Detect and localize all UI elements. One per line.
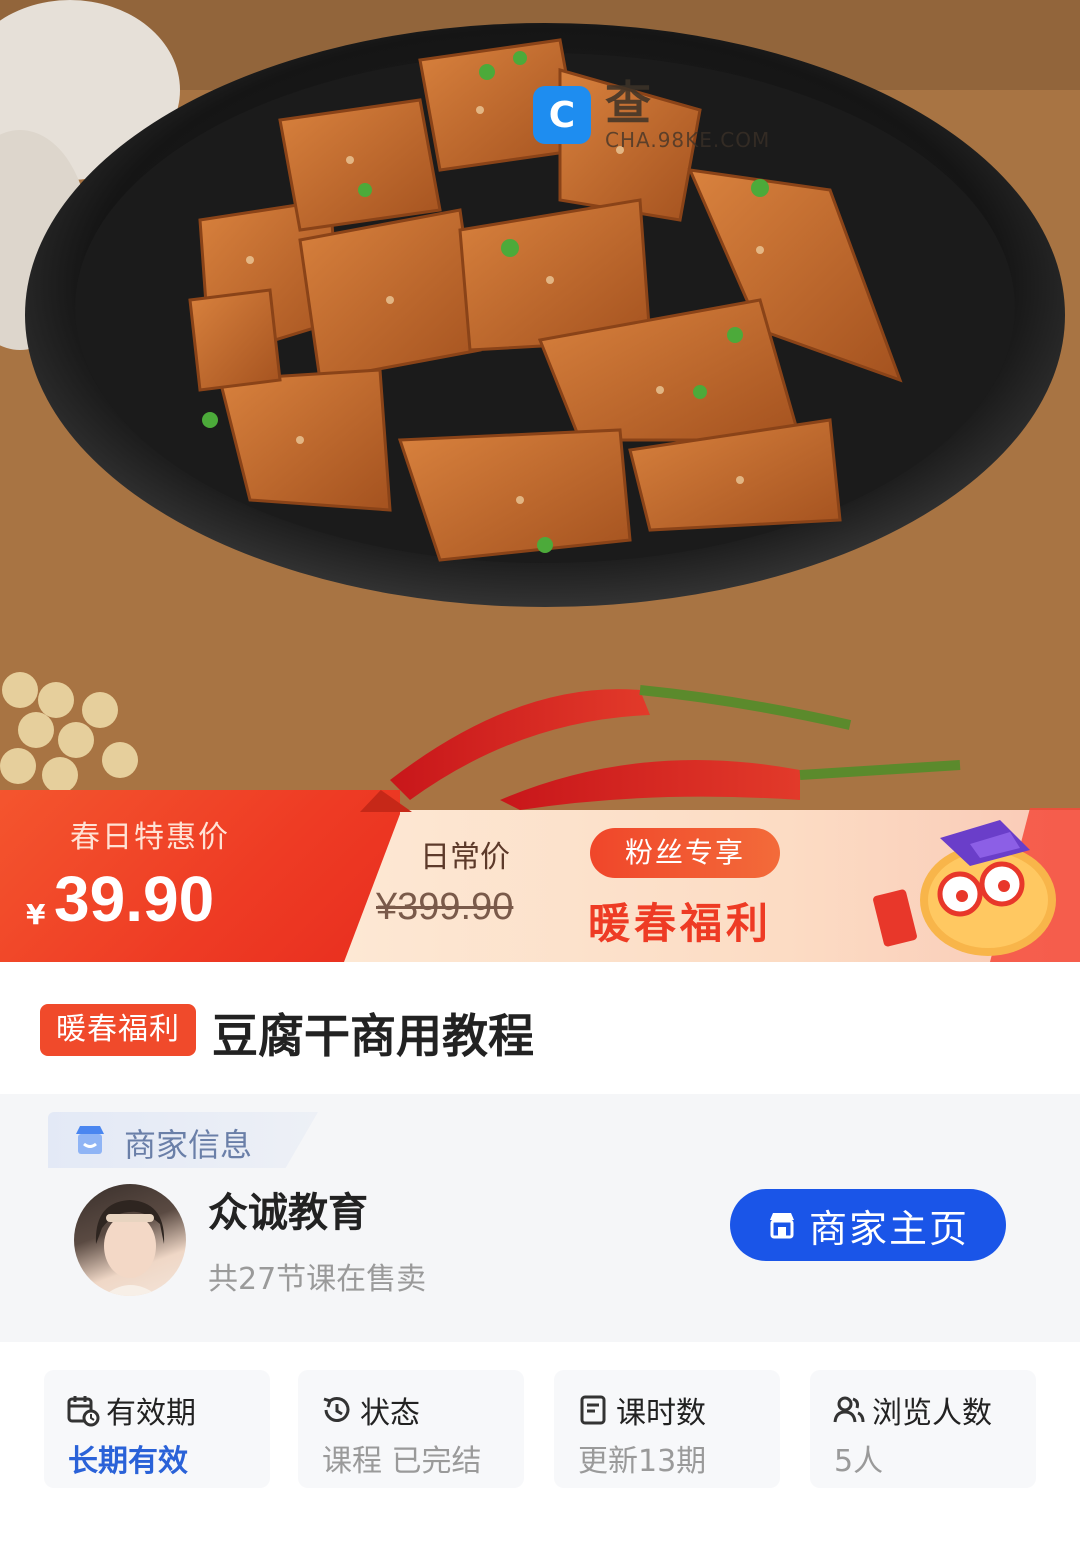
watermark-logo-icon: C xyxy=(533,86,591,144)
stat-status-value: 课程 已完结 xyxy=(322,1444,482,1479)
regular-price: ¥399.90 xyxy=(376,886,514,928)
regular-price-label: 日常价 xyxy=(420,840,510,875)
stat-views: 浏览人数 5人 xyxy=(810,1370,1036,1488)
stat-lessons-label: 课时数 xyxy=(616,1396,706,1431)
promo-currency: ¥ xyxy=(26,898,46,931)
store-home-button[interactable]: 商家主页 xyxy=(730,1189,1006,1261)
watermark-url: CHA.98KE.COM xyxy=(605,128,771,152)
promo-price: 39.90 xyxy=(54,863,215,935)
calendar-clock-icon xyxy=(67,1396,100,1427)
watermark: C 查 CHA.98KE.COM xyxy=(533,78,770,152)
store-home-button-label: 商家主页 xyxy=(808,1206,969,1251)
promo-tag: 暖春福利 xyxy=(40,1004,196,1056)
stat-validity: 有效期 长期有效 xyxy=(44,1370,270,1488)
stat-lessons: 课时数 更新13期 xyxy=(554,1370,780,1488)
merchant-course-count: 共27节课在售卖 xyxy=(208,1262,427,1297)
stat-views-label: 浏览人数 xyxy=(872,1396,992,1431)
stat-validity-value: 长期有效 xyxy=(68,1444,188,1479)
shop-icon xyxy=(769,1213,794,1239)
merchant-name[interactable]: 众诚教育 xyxy=(208,1180,368,1238)
product-hero-image[interactable]: C 查 CHA.98KE.COM xyxy=(0,0,1080,810)
stat-validity-label: 有效期 xyxy=(106,1396,196,1431)
stat-views-value: 5人 xyxy=(834,1444,884,1479)
merchant-avatar[interactable] xyxy=(74,1184,186,1296)
promo-price-label: 春日特惠价 xyxy=(70,820,230,855)
product-title: 豆腐干商用教程 xyxy=(212,1009,534,1063)
stat-lessons-value: 更新13期 xyxy=(578,1444,707,1479)
users-icon xyxy=(833,1396,865,1423)
store-icon xyxy=(76,1126,104,1154)
merchant-section-label: 商家信息 xyxy=(124,1126,253,1164)
history-icon xyxy=(323,1397,350,1422)
stat-status-label: 状态 xyxy=(360,1396,420,1431)
watermark-title: 查 xyxy=(605,76,651,130)
document-icon xyxy=(580,1395,606,1425)
mascot-icon xyxy=(873,808,1080,962)
promo-slogan: 暖春福利 xyxy=(588,899,773,948)
fan-exclusive-badge: 粉丝专享 xyxy=(590,828,780,878)
stat-status: 状态 课程 已完结 xyxy=(298,1370,524,1488)
